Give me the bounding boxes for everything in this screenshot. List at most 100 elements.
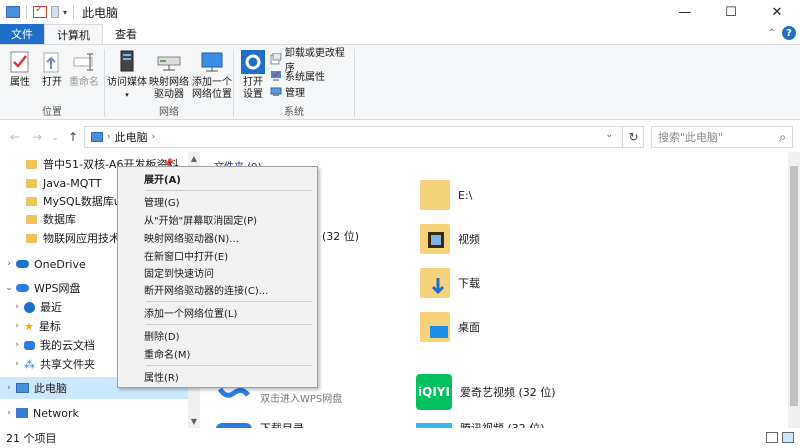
chevron-right-icon[interactable]: › — [10, 340, 24, 350]
menu-separator — [146, 365, 312, 366]
collapse-ribbon-icon[interactable]: ⌃ — [768, 28, 776, 39]
menu-item-properties[interactable]: 属性(R) — [119, 368, 316, 385]
system-properties-label: 系统属性 — [285, 71, 325, 83]
tile-videos[interactable]: 视频 — [420, 224, 480, 254]
maximize-button[interactable]: ☐ — [708, 0, 754, 24]
tile-desktop[interactable]: 桌面 — [420, 312, 480, 342]
rename-button[interactable]: 重命名 — [68, 49, 100, 89]
access-media-button[interactable]: 访问媒体 ▾ — [107, 49, 147, 101]
network-location-icon — [201, 52, 223, 72]
manage-button[interactable]: 管理 — [270, 83, 305, 99]
star-icon: ★ — [24, 319, 34, 333]
refresh-button[interactable]: ↻ — [622, 126, 644, 148]
tile-download-dir[interactable]: 下载目录 — [216, 420, 304, 428]
chevron-right-icon[interactable]: › — [10, 321, 24, 331]
tile-name: 爱奇艺视频 (32 位) — [460, 386, 556, 399]
folder-icon — [26, 159, 37, 169]
folder-icon — [26, 196, 37, 206]
properties-button[interactable]: 属性 — [6, 49, 34, 89]
view-switcher — [766, 432, 794, 443]
tile-name: 视频 — [458, 233, 480, 246]
tab-view[interactable]: 查看 — [103, 24, 149, 44]
chevron-right-icon[interactable]: › — [107, 132, 111, 142]
tile-tencent-video[interactable]: 腾讯视频 (32 位) — [416, 420, 545, 428]
tab-file[interactable]: 文件 — [0, 24, 44, 44]
close-button[interactable]: ✕ — [754, 0, 800, 24]
chevron-right-icon[interactable]: › — [2, 259, 16, 269]
recent-locations-icon[interactable]: ⌄ — [52, 133, 59, 142]
context-menu: 展开(A) 管理(G) 从"开始"屏幕取消固定(P) 映射网络驱动器(N)...… — [117, 166, 318, 388]
content-scrollbar[interactable] — [788, 152, 800, 428]
computer-icon — [16, 383, 29, 393]
manage-label: 管理 — [285, 87, 305, 99]
title-bar: ▾ 此电脑 — ☐ ✕ — [0, 0, 800, 24]
chevron-right-icon[interactable]: › — [10, 302, 24, 312]
customize-toolbar-icon[interactable]: ▾ — [63, 8, 67, 17]
tab-computer[interactable]: 计算机 — [44, 24, 103, 44]
item-count: 21 个项目 — [6, 432, 57, 445]
add-network-location-button[interactable]: 添加一个 网络位置 — [191, 49, 233, 101]
chevron-right-icon[interactable]: › — [10, 359, 24, 369]
settings-gear-icon — [241, 50, 265, 74]
wps-cloud-icon — [16, 284, 29, 292]
chevron-down-icon[interactable]: ⌄ — [2, 283, 16, 293]
up-arrow-icon[interactable]: ↑ — [68, 130, 78, 144]
divider — [73, 5, 75, 19]
ribbon-group-network: 访问媒体 ▾ 映射网络 驱动器 添加一个 网络位置 网络 — [105, 45, 233, 121]
minimize-button[interactable]: — — [662, 0, 708, 24]
menu-item-expand[interactable]: 展开(A) — [119, 170, 316, 187]
tile-downloads[interactable]: 下载 — [420, 268, 480, 298]
chevron-right-icon[interactable]: › — [2, 383, 16, 393]
menu-item-pin-quick-access[interactable]: 固定到快速访问 — [119, 264, 316, 281]
rename-label: 重命名 — [69, 77, 99, 88]
search-box[interactable]: 搜索"此电脑" ⌕ — [651, 126, 793, 148]
rename-icon — [73, 53, 93, 71]
tile-drive-e[interactable]: E:\ — [420, 180, 472, 210]
open-button[interactable]: 打开 — [38, 49, 66, 89]
scroll-up-icon[interactable]: ▲ — [188, 154, 200, 163]
desktop-folder-icon — [420, 312, 450, 342]
menu-item-manage[interactable]: 管理(G) — [119, 193, 316, 210]
search-placeholder: 搜索"此电脑" — [658, 131, 724, 144]
cloud-doc-icon — [24, 340, 35, 350]
scroll-thumb[interactable] — [790, 166, 798, 406]
new-folder-icon[interactable] — [51, 6, 59, 18]
window-controls: — ☐ ✕ — [662, 0, 800, 24]
network-icon — [16, 408, 28, 418]
menu-item-add-network-location[interactable]: 添加一个网络位置(L) — [119, 304, 316, 321]
nav-item-network[interactable]: › Network — [0, 402, 188, 424]
ribbon-group-system: 打开 设置 卸载或更改程序 系统属性 管理 系统 — [234, 45, 354, 121]
system-properties-button[interactable]: 系统属性 — [270, 67, 325, 83]
scroll-down-icon[interactable]: ▼ — [188, 417, 200, 426]
large-icons-view-icon[interactable] — [782, 432, 794, 443]
nav-item-label: 物联网应用技术 — [43, 232, 120, 245]
menu-item-rename[interactable]: 重命名(M) — [119, 345, 316, 362]
menu-item-delete[interactable]: 删除(D) — [119, 327, 316, 344]
map-network-drive-button[interactable]: 映射网络 驱动器 — [147, 49, 191, 101]
folder-icon — [26, 233, 37, 243]
network-drive-icon — [157, 56, 181, 71]
uninstall-program-button[interactable]: 卸载或更改程序 — [270, 48, 354, 74]
address-dropdown-icon[interactable]: ⌄ — [605, 130, 613, 140]
chevron-right-icon[interactable]: › — [2, 408, 16, 418]
open-settings-button[interactable]: 打开 设置 — [238, 49, 268, 101]
chevron-right-icon[interactable]: › — [152, 132, 156, 142]
tile-iqiyi[interactable]: iQIYI 爱奇艺视频 (32 位) — [416, 374, 556, 410]
details-view-icon[interactable] — [766, 432, 778, 443]
menu-item-unpin-start[interactable]: 从"开始"屏幕取消固定(P) — [119, 211, 316, 228]
breadcrumb-this-pc[interactable]: 此电脑 — [115, 129, 148, 145]
tile-partial[interactable]: (32 位) — [322, 228, 359, 244]
ribbon-group-location: 属性 打开 重命名 位置 — [0, 45, 104, 121]
menu-item-map-drive[interactable]: 映射网络驱动器(N)... — [119, 229, 316, 246]
menu-item-open-new-window[interactable]: 在新窗口中打开(E) — [119, 247, 316, 264]
menu-item-disconnect-drive[interactable]: 断开网络驱动器的连接(C)... — [119, 281, 316, 298]
properties-icon[interactable] — [33, 4, 47, 18]
computer-icon[interactable] — [6, 6, 20, 18]
back-arrow-icon[interactable]: ← — [10, 130, 20, 144]
menu-separator — [146, 190, 312, 191]
search-icon: ⌕ — [779, 130, 786, 144]
forward-arrow-icon[interactable]: → — [32, 130, 42, 144]
help-icon[interactable]: ? — [782, 26, 796, 40]
address-bar[interactable]: › 此电脑 › ⌄ — [84, 126, 644, 148]
properties-check-icon — [10, 51, 29, 73]
